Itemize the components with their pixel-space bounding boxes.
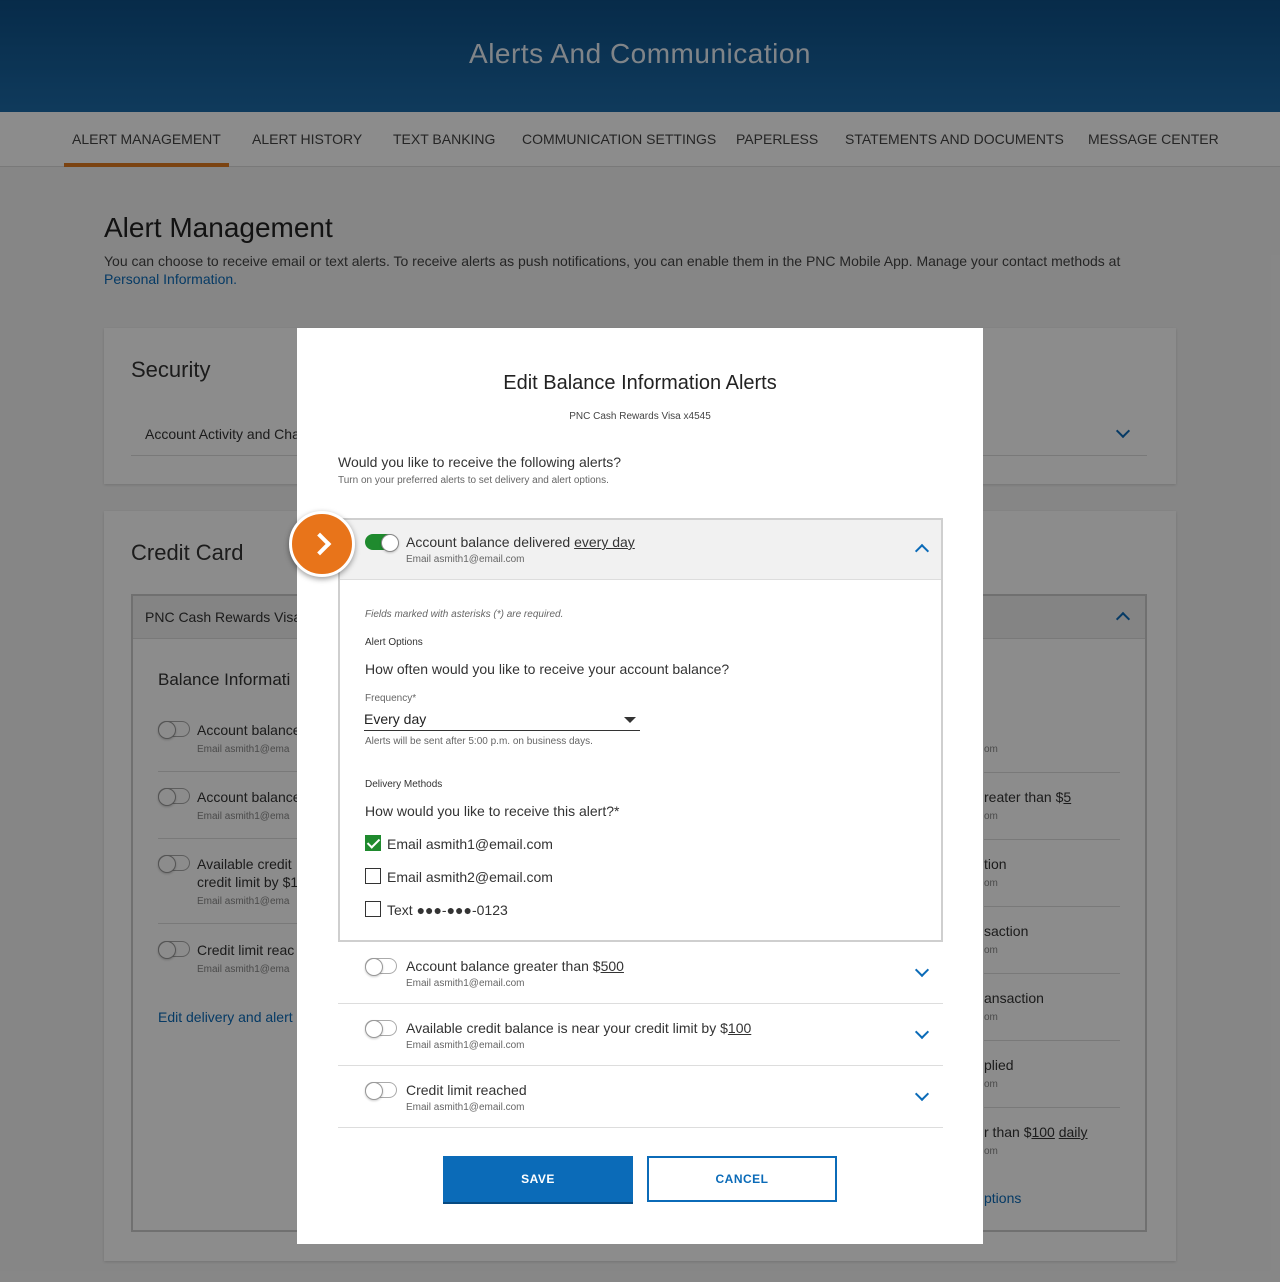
alert-row-email: Email asmith1@email.com bbox=[406, 1102, 525, 1113]
expanded-alert-header[interactable] bbox=[340, 520, 941, 580]
modal-hint: Turn on your preferred alerts to set del… bbox=[338, 475, 609, 486]
delivery-methods-label: Delivery Methods bbox=[365, 779, 443, 790]
text-checkbox[interactable] bbox=[365, 901, 381, 917]
required-note: Fields marked with asterisks (*) are req… bbox=[365, 609, 564, 620]
divider bbox=[338, 1127, 943, 1128]
email-2-checkbox[interactable] bbox=[365, 868, 381, 884]
alert-row-label-text: Available credit balance is near your cr… bbox=[406, 1020, 728, 1036]
alert-toggle[interactable] bbox=[365, 958, 397, 976]
expanded-alert-label: Account balance delivered every day bbox=[406, 534, 635, 550]
email-1-checkbox[interactable] bbox=[365, 835, 381, 851]
expanded-alert-email: Email asmith1@email.com bbox=[406, 554, 525, 565]
caret-down-icon[interactable] bbox=[624, 717, 636, 723]
frequency-link[interactable]: every day bbox=[574, 534, 635, 550]
alert-row-email: Email asmith1@email.com bbox=[406, 1040, 525, 1051]
alert-row-amount[interactable]: 500 bbox=[601, 958, 624, 974]
email-2-label: Email asmith2@email.com bbox=[387, 869, 553, 885]
modal-question: Would you like to receive the following … bbox=[338, 454, 622, 470]
frequency-select[interactable]: Every day bbox=[364, 711, 640, 731]
alert-row-label-text: Account balance greater than $ bbox=[406, 958, 601, 974]
divider bbox=[338, 1065, 943, 1066]
delivery-question: How would you like to receive this alert… bbox=[365, 803, 620, 819]
alert-options-label: Alert Options bbox=[365, 637, 423, 648]
alert-row-label: Available credit balance is near your cr… bbox=[406, 1020, 751, 1036]
frequency-note: Alerts will be sent after 5:00 p.m. on b… bbox=[365, 736, 593, 747]
alert-toggle[interactable] bbox=[365, 1020, 397, 1038]
alert-row-label: Credit limit reached bbox=[406, 1082, 527, 1098]
text-label: Text ●●●-●●●-0123 bbox=[387, 902, 508, 918]
chevron-right-icon bbox=[308, 532, 332, 556]
alert-toggle-on[interactable] bbox=[365, 534, 399, 552]
modal-subtitle: PNC Cash Rewards Visa x4545 bbox=[569, 411, 711, 422]
frequency-question: How often would you like to receive your… bbox=[365, 661, 730, 677]
alert-row-email: Email asmith1@email.com bbox=[406, 978, 525, 989]
save-button[interactable]: SAVE bbox=[443, 1156, 633, 1202]
alert-row-label: Account balance greater than $500 bbox=[406, 958, 624, 974]
alert-row-amount[interactable]: 100 bbox=[728, 1020, 751, 1036]
divider bbox=[338, 1003, 943, 1004]
email-1-label: Email asmith1@email.com bbox=[387, 836, 553, 852]
alert-toggle[interactable] bbox=[365, 1082, 397, 1100]
expanded-alert-label-text: Account balance delivered bbox=[406, 534, 575, 550]
modal-title: Edit Balance Information Alerts bbox=[503, 372, 777, 394]
step-indicator-badge bbox=[289, 511, 355, 577]
frequency-label: Frequency* bbox=[365, 693, 417, 704]
cancel-button[interactable]: CANCEL bbox=[647, 1156, 837, 1202]
